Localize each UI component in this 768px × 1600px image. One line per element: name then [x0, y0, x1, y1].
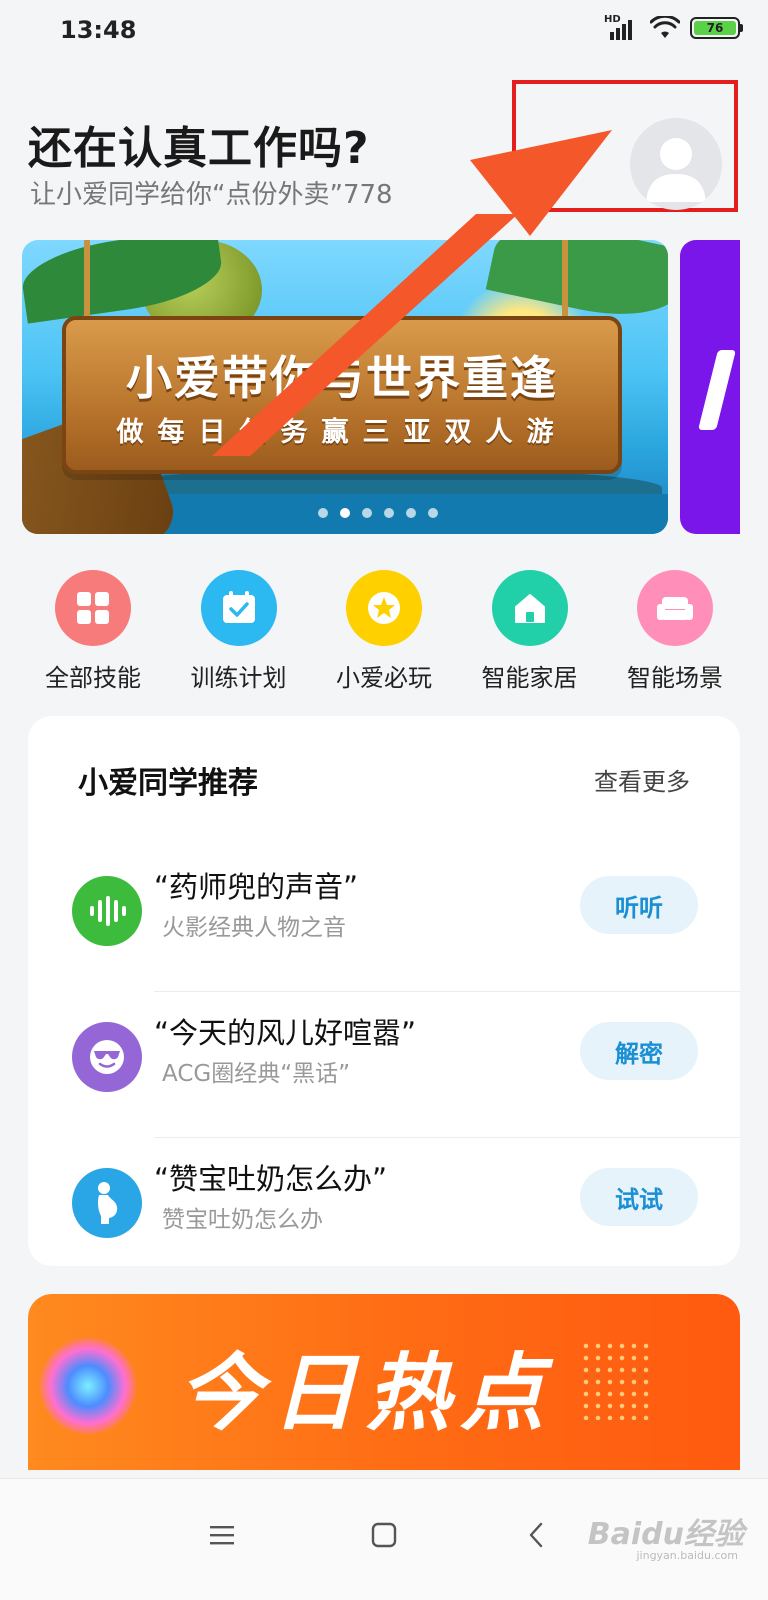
listen-button[interactable]: 听听 — [580, 876, 698, 934]
banner-pagination — [318, 508, 438, 518]
banner-subtitle: 做每日任务赢三亚双人游 — [116, 417, 568, 448]
chevron-left-icon — [529, 1522, 543, 1548]
recommend-item-name: “今天的风儿好喧嚣” — [154, 1016, 417, 1050]
quick-action-smart-home[interactable]: 智能家居 — [465, 570, 595, 693]
page-dot — [406, 508, 416, 518]
greeting-title: 还在认真工作吗? — [28, 123, 370, 174]
calendar-check-icon — [200, 570, 277, 646]
home-button[interactable] — [354, 1505, 414, 1565]
user-icon — [646, 138, 706, 202]
page-dot — [362, 508, 372, 518]
recommend-title: 小爱同学推荐 — [78, 766, 258, 801]
recommend-item-desc: ACG圈经典“黑话” — [162, 1061, 351, 1087]
try-button[interactable]: 试试 — [580, 1168, 698, 1226]
quick-action-must-play[interactable]: 小爱必玩 — [319, 570, 449, 693]
quick-action-training-plan[interactable]: 训练计划 — [174, 570, 304, 693]
recommend-item-desc: 火影经典人物之音 — [162, 915, 346, 941]
sofa-icon — [637, 570, 713, 646]
home-icon — [491, 570, 568, 646]
page-dot — [384, 508, 394, 518]
recommend-item[interactable]: “赞宝吐奶怎么办” 赞宝吐奶怎么办 试试 — [28, 1138, 740, 1266]
soundwave-icon — [72, 876, 142, 946]
wifi-icon — [650, 16, 680, 38]
quick-action-label: 全部技能 — [45, 664, 141, 692]
menu-button[interactable] — [192, 1505, 252, 1565]
wooden-sign: 小爱带你与世界重逢 做每日任务赢三亚双人游 — [62, 316, 622, 474]
star-icon — [346, 570, 422, 646]
quick-action-smart-scene[interactable]: 智能场景 — [610, 570, 740, 693]
pregnant-icon — [72, 1168, 142, 1238]
watermark: Baidu经验 — [587, 1517, 744, 1552]
page-dot-active — [340, 508, 350, 518]
promo-banner[interactable]: 小爱带你与世界重逢 做每日任务赢三亚双人游 — [22, 240, 668, 534]
next-banner-peek[interactable] — [680, 240, 740, 534]
quick-actions: 全部技能 训练计划 小爱必玩 智能家居 智能场景 — [28, 570, 740, 693]
status-time: 13:48 — [60, 16, 137, 44]
quick-action-label: 训练计划 — [190, 664, 287, 692]
banner-title: 小爱带你与世界重逢 — [126, 351, 558, 405]
hot-topics-banner[interactable]: 今日热点 — [28, 1294, 740, 1470]
recommend-item-name: “药师兜的声音” — [154, 870, 359, 904]
status-icons: HD 76 — [604, 14, 743, 42]
recommend-item[interactable]: “药师兜的声音” 火影经典人物之音 听听 — [28, 846, 740, 992]
battery-level: 76 — [694, 21, 736, 35]
recommend-card: 小爱同学推荐 查看更多 “药师兜的声音” 火影经典人物之音 听听 “今天的风儿好… — [28, 716, 740, 1266]
avatar[interactable] — [630, 118, 722, 210]
quick-action-label: 智能场景 — [627, 664, 723, 692]
page-dot — [318, 508, 328, 518]
page-dot — [428, 508, 438, 518]
menu-icon — [210, 1526, 234, 1545]
battery-icon: 76 — [690, 17, 743, 39]
sunglasses-face-icon — [72, 1022, 142, 1092]
greeting-subtitle: 让小爱同学给你“点份外卖”778 — [30, 180, 393, 210]
back-button[interactable] — [506, 1505, 566, 1565]
watermark-url: jingyan.baidu.com — [636, 1549, 738, 1562]
recommend-item-name: “赞宝吐奶怎么办” — [154, 1162, 388, 1196]
quick-action-all-skills[interactable]: 全部技能 — [28, 570, 158, 693]
see-more-link[interactable]: 查看更多 — [594, 762, 690, 797]
dot-pattern — [580, 1340, 650, 1420]
square-icon — [371, 1522, 397, 1548]
decode-button[interactable]: 解密 — [580, 1022, 698, 1080]
recommend-item-desc: 赞宝吐奶怎么办 — [162, 1207, 323, 1233]
hot-topics-title: 今日热点 — [178, 1344, 555, 1442]
quick-action-label: 小爱必玩 — [336, 664, 432, 692]
quick-action-label: 智能家居 — [481, 664, 578, 692]
signal-icon: HD — [604, 14, 640, 42]
recommend-item[interactable]: “今天的风儿好喧嚣” ACG圈经典“黑话” 解密 — [28, 992, 740, 1138]
grid-icon — [55, 570, 131, 646]
xiaoai-orb-icon — [40, 1338, 136, 1434]
navigation-bar: Baidu经验 jingyan.baidu.com — [0, 1478, 768, 1600]
status-bar: 13:48 HD 76 — [0, 0, 768, 64]
